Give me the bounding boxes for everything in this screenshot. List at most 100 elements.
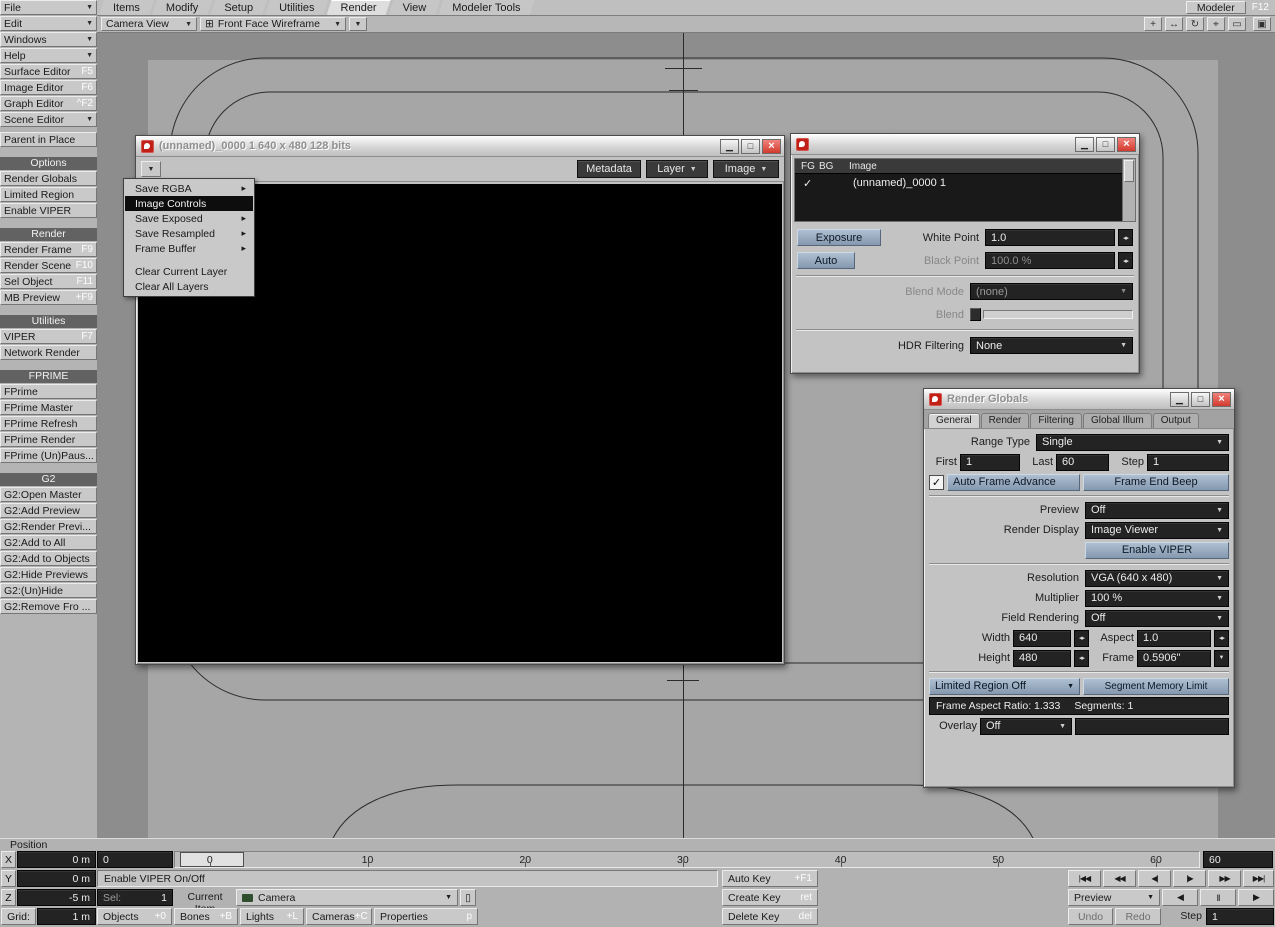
timeline-ruler[interactable]: 0 10 20 30 40 50 60 <box>174 851 1200 868</box>
limited-region-button[interactable]: Limited Region Off ▼ <box>929 677 1080 695</box>
sidebar-menu-windows[interactable]: Windows ▼ <box>0 32 97 47</box>
pan-view-icon[interactable]: + <box>1144 17 1162 31</box>
menu-item-image-controls[interactable]: Image Controls <box>125 196 253 211</box>
scrollbar-thumb[interactable] <box>1124 160 1134 182</box>
tab-general[interactable]: General <box>928 413 980 428</box>
play-reverse-button[interactable]: ◀ <box>1162 889 1198 906</box>
close-button[interactable]: × <box>1212 391 1231 407</box>
aspect-field[interactable]: 1.0 <box>1137 629 1211 647</box>
tab-utilities[interactable]: Utilities <box>265 0 328 15</box>
file-menu-dropdown[interactable]: ▼ <box>141 161 161 177</box>
undo-button[interactable]: Undo <box>1068 908 1113 925</box>
overlay-text-field[interactable] <box>1075 717 1229 735</box>
single-pane-icon[interactable]: ▣ <box>1253 17 1271 31</box>
image-name[interactable]: (unnamed)_0000 1 <box>853 177 946 189</box>
sidebar-item-graph-editor[interactable]: Graph Editor ^F2 <box>0 96 97 111</box>
layer-dropdown[interactable]: Layer ▼ <box>646 160 708 178</box>
prev-frame-button[interactable]: ◀| <box>1138 870 1171 887</box>
sidebar-item-sel-object[interactable]: Sel Object F11 <box>0 274 97 289</box>
step-field[interactable]: 1 <box>1206 908 1274 925</box>
minimize-button[interactable]: ▁ <box>1075 136 1094 152</box>
overlay-dropdown[interactable]: Off ▼ <box>980 717 1072 735</box>
menu-item-save-exposed[interactable]: Save Exposed ▸ <box>125 211 253 226</box>
white-point-stepper[interactable]: ◂▸ <box>1118 229 1133 246</box>
image-dropdown[interactable]: Image ▼ <box>713 160 779 178</box>
bones-button[interactable]: Bones +B <box>174 908 238 925</box>
preview-dropdown[interactable]: Off ▼ <box>1085 501 1229 519</box>
sidebar-item-g2-open-master[interactable]: G2:Open Master <box>0 487 97 502</box>
sidebar-item-surface-editor[interactable]: Surface Editor F5 <box>0 64 97 79</box>
maximize-button[interactable]: □ <box>1096 136 1115 152</box>
end-frame-field[interactable]: 60 <box>1203 851 1273 868</box>
sidebar-item-network-render[interactable]: Network Render <box>0 345 97 360</box>
sidebar-item-g2-add-preview[interactable]: G2:Add Preview <box>0 503 97 518</box>
fg-check-icon[interactable]: ✓ <box>803 177 812 190</box>
frame-size-dropdown[interactable]: ▼ <box>1214 649 1229 667</box>
black-point-stepper[interactable]: ◂▸ <box>1118 252 1133 269</box>
auto-key-button[interactable]: Auto Key +F1 <box>722 870 818 887</box>
last-frame-field[interactable]: 60 <box>1056 453 1109 471</box>
enable-viper-button[interactable]: Enable VIPER <box>1085 541 1229 559</box>
close-button[interactable]: × <box>1117 136 1136 152</box>
sidebar-item-limited-region[interactable]: Limited Region <box>0 187 97 202</box>
render-display-dropdown[interactable]: Image Viewer ▼ <box>1085 521 1229 539</box>
tab-output[interactable]: Output <box>1152 413 1199 428</box>
sidebar-item-scene-editor[interactable]: Scene Editor ▼ <box>0 112 97 127</box>
sidebar-item-fprime-render[interactable]: FPrime Render <box>0 432 97 447</box>
sidebar-item-fprime[interactable]: FPrime <box>0 384 97 399</box>
list-scrollbar[interactable] <box>1122 159 1135 221</box>
blend-mode-dropdown[interactable]: (none) ▼ <box>970 283 1133 300</box>
image-controls-titlebar[interactable]: ▁ □ × <box>791 134 1139 155</box>
field-rendering-dropdown[interactable]: Off ▼ <box>1085 609 1229 627</box>
frame-size-field[interactable]: 0.5906" <box>1137 649 1211 667</box>
x-position-field[interactable]: 0 m <box>17 851 96 868</box>
viewport-options-dropdown[interactable]: ▼ <box>349 17 367 31</box>
sidebar-item-g2-unhide[interactable]: G2:(Un)Hide <box>0 583 97 598</box>
multiplier-dropdown[interactable]: 100 % ▼ <box>1085 589 1229 607</box>
sidebar-item-render-frame[interactable]: Render Frame F9 <box>0 242 97 257</box>
black-point-field[interactable]: 100.0 % <box>985 252 1115 269</box>
menu-item-save-resampled[interactable]: Save Resampled ▸ <box>125 226 253 241</box>
next-keyframe-button[interactable]: ▶▶ <box>1208 870 1241 887</box>
sidebar-item-g2-add-to-objects[interactable]: G2:Add to Objects <box>0 551 97 566</box>
next-frame-button[interactable]: |▶ <box>1173 870 1206 887</box>
sidebar-menu-file[interactable]: File ▼ <box>0 0 97 15</box>
blend-slider[interactable] <box>970 308 1133 321</box>
zoom-view-icon[interactable]: ⌖ <box>1207 17 1225 31</box>
fit-view-icon[interactable]: ↔ <box>1165 17 1183 31</box>
sidebar-item-g2-hide-previews[interactable]: G2:Hide Previews <box>0 567 97 582</box>
tab-render[interactable]: Render <box>980 413 1030 428</box>
slider-handle[interactable] <box>970 308 981 321</box>
first-frame-field[interactable]: 1 <box>960 453 1020 471</box>
tab-filtering[interactable]: Filtering <box>1030 413 1082 428</box>
minimize-button[interactable]: ▁ <box>720 138 739 154</box>
properties-button[interactable]: Properties p <box>374 908 478 925</box>
cameras-button[interactable]: Cameras +C <box>306 908 372 925</box>
auto-button[interactable]: Auto <box>797 252 855 269</box>
pause-button[interactable]: II <box>1200 889 1236 906</box>
height-field[interactable]: 480 <box>1013 649 1071 667</box>
auto-frame-advance-checkbox[interactable]: ✓ <box>929 474 944 490</box>
sidebar-item-g2-add-to-all[interactable]: G2:Add to All <box>0 535 97 550</box>
auto-frame-advance-button[interactable]: Auto Frame Advance <box>947 473 1080 491</box>
redo-button[interactable]: Redo <box>1115 908 1161 925</box>
width-field[interactable]: 640 <box>1013 629 1071 647</box>
sidebar-item-fprime-unpause[interactable]: FPrime (Un)Paus... <box>0 448 97 463</box>
list-rows[interactable]: ✓ (unnamed)_0000 1 <box>795 174 1135 221</box>
minimize-view-icon[interactable]: ▭ <box>1228 17 1246 31</box>
segment-memory-limit-button[interactable]: Segment Memory Limit <box>1083 677 1229 695</box>
item-properties-icon[interactable]: ▯ <box>460 889 476 906</box>
preview-dropdown[interactable]: Preview ▼ <box>1068 889 1160 906</box>
sidebar-item-render-globals[interactable]: Render Globals <box>0 171 97 186</box>
modeler-button[interactable]: Modeler <box>1185 1 1246 14</box>
sidebar-item-fprime-master[interactable]: FPrime Master <box>0 400 97 415</box>
menu-item-clear-current-layer[interactable]: Clear Current Layer <box>125 264 253 279</box>
aspect-stepper[interactable]: ◂▸ <box>1214 629 1229 647</box>
menu-item-save-rgba[interactable]: Save RGBA ▸ <box>125 181 253 196</box>
tab-view[interactable]: View <box>389 0 441 15</box>
slider-track[interactable] <box>983 310 1133 319</box>
frame-end-beep-button[interactable]: Frame End Beep <box>1083 473 1229 491</box>
delete-key-button[interactable]: Delete Key del <box>722 908 818 925</box>
rotate-view-icon[interactable]: ↻ <box>1186 17 1204 31</box>
render-globals-titlebar[interactable]: Render Globals ▁ □ × <box>924 389 1234 410</box>
